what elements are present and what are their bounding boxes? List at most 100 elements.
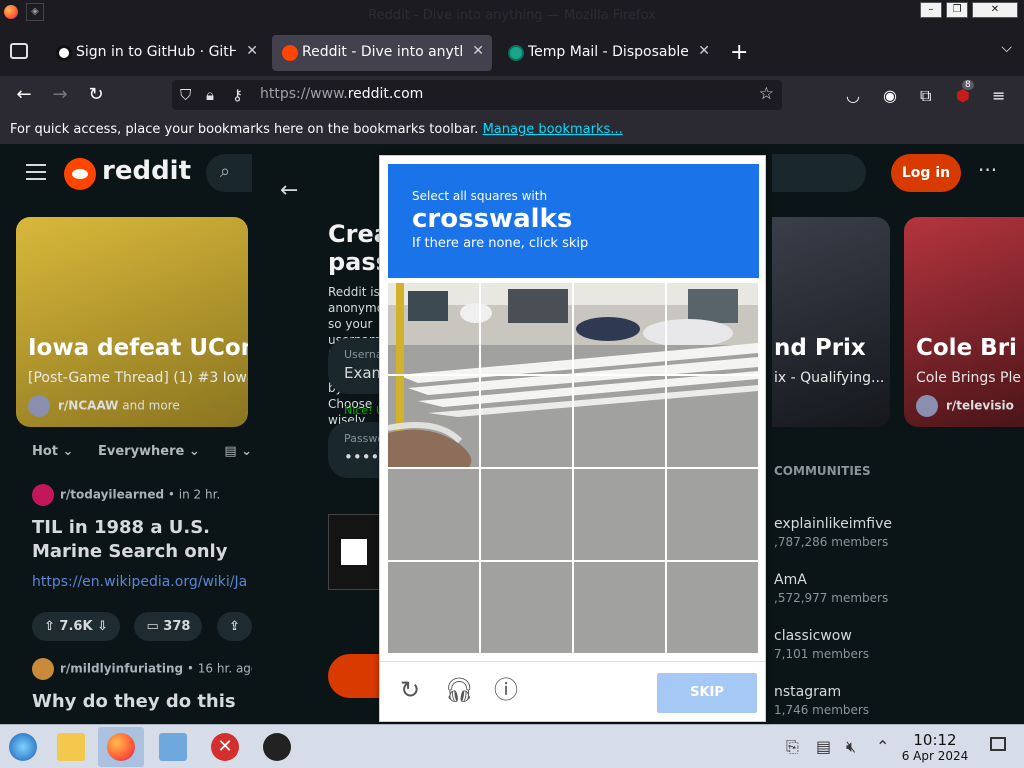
challenge-footer: ↻ 🎧︎ ⓘ SKIP: [380, 661, 765, 721]
manage-bookmarks-link[interactable]: Manage bookmarks...: [483, 122, 623, 137]
hamburger-menu-icon[interactable]: [26, 164, 46, 180]
reload-icon[interactable]: ↻: [85, 84, 107, 105]
url-text[interactable]: https://www.reddit.com: [260, 86, 423, 102]
tab-list-icon[interactable]: [10, 43, 28, 59]
recaptcha-challenge: Select all squares with crosswalks If th…: [379, 155, 766, 722]
bookmarks-toolbar: For quick access, place your bookmarks h…: [0, 114, 1024, 144]
chevron-up-icon[interactable]: ⌃: [876, 737, 889, 756]
extension-badge: 8: [962, 80, 974, 90]
show-desktop-icon[interactable]: [990, 737, 1006, 751]
card-meta: r/NCAAW and more: [28, 395, 180, 417]
scope-dropdown[interactable]: Everywhere ⌄: [98, 444, 200, 459]
reload-challenge-icon[interactable]: ↻: [396, 676, 424, 704]
forward-icon[interactable]: →: [49, 84, 71, 105]
url-bar[interactable]: ⛉ 🔒︎ ⚷ https://www.reddit.com ☆: [172, 80, 782, 110]
close-app-icon[interactable]: ✕: [202, 727, 248, 767]
challenge-hint: If there are none, click skip: [412, 236, 589, 251]
permissions-icon[interactable]: ⚷: [232, 86, 243, 104]
community-item[interactable]: classicwow 7,101 members: [774, 628, 869, 661]
menu-icon[interactable]: ≡: [992, 86, 1005, 105]
post-title[interactable]: TIL in 1988 a U.S. Marine Search only st…: [32, 516, 248, 564]
reddit-wordmark[interactable]: reddit: [102, 156, 191, 186]
mute-icon[interactable]: 🔇︎: [846, 737, 856, 757]
network-app-icon[interactable]: [150, 727, 196, 767]
reddit-icon: [282, 45, 298, 61]
post-meta: r/todayilearned • in 2 hr.: [32, 484, 220, 506]
community-item[interactable]: AmA ,572,977 members: [774, 572, 888, 605]
post-link[interactable]: https://en.wikipedia.org/wiki/Jas: [32, 574, 248, 590]
tab-bar: Sign in to GitHub · GitHub ✕ Reddit - Di…: [0, 30, 1024, 76]
subreddit-link[interactable]: r/mildlyinfuriating: [60, 662, 183, 676]
trending-card[interactable]: Cole Bri Cole Brings Ple r/televisio: [904, 217, 1024, 427]
close-tab-icon[interactable]: ✕: [472, 43, 484, 59]
subreddit-avatar: [28, 395, 50, 417]
clipboard-icon[interactable]: ⎘: [786, 737, 799, 757]
card-title: Iowa defeat UConn: [28, 335, 248, 361]
info-icon[interactable]: ⓘ: [492, 676, 520, 704]
comments-button[interactable]: ▭ 378: [134, 612, 203, 641]
view-toggle-icon[interactable]: ▤ ⌄: [224, 444, 252, 459]
terminal-app-icon[interactable]: [254, 727, 300, 767]
extensions-icon[interactable]: ⧉: [920, 86, 931, 106]
post-meta: r/mildlyinfuriating • 16 hr. ago: [32, 658, 258, 680]
tab-reddit[interactable]: Reddit - Dive into anything ✕: [272, 35, 492, 71]
clock[interactable]: 10:12 6 Apr 2024: [900, 731, 970, 763]
search-bar[interactable]: [766, 154, 866, 192]
close-tab-icon[interactable]: ✕: [698, 43, 710, 59]
notes-icon[interactable]: ▤: [816, 737, 831, 756]
tab-github[interactable]: Sign in to GitHub · GitHub ✕: [46, 35, 266, 71]
window-titlebar: ◈ Reddit - Dive into anything — Mozilla …: [0, 0, 1024, 30]
tab-tempmail[interactable]: Temp Mail - Disposable Temporary Email ✕: [498, 35, 718, 71]
new-tab-icon[interactable]: +: [730, 40, 748, 65]
back-icon[interactable]: ←: [13, 84, 35, 105]
start-button[interactable]: [0, 727, 46, 767]
tab-label: Sign in to GitHub · GitHub: [76, 44, 236, 60]
tempmail-icon: [508, 45, 524, 61]
community-item[interactable]: explainlikeimfive ,787,286 members: [774, 516, 892, 549]
pocket-icon[interactable]: ◡: [846, 86, 860, 105]
sort-dropdown[interactable]: Hot ⌄: [32, 444, 73, 459]
login-button[interactable]: Log in: [891, 154, 961, 192]
challenge-image-grid[interactable]: [388, 283, 758, 653]
card-title: nd Prix: [774, 335, 866, 361]
more-options-icon[interactable]: ···: [978, 158, 997, 182]
nav-bar: ← → ↻ ⛉ 🔒︎ ⚷ https://www.reddit.com ☆ ◡ …: [0, 76, 1024, 114]
screen: ◈ Reddit - Dive into anything — Mozilla …: [0, 0, 1024, 768]
audio-challenge-icon[interactable]: 🎧︎: [444, 676, 474, 704]
subreddit-avatar: [916, 395, 938, 417]
bookmark-star-icon[interactable]: ☆: [759, 84, 774, 104]
feed-controls: Hot ⌄ Everywhere ⌄ ▤ ⌄: [32, 444, 252, 459]
trending-card[interactable]: nd Prix ix - Qualifying...: [768, 217, 890, 427]
subreddit-avatar: [32, 484, 54, 506]
back-arrow-icon[interactable]: ←: [280, 178, 298, 203]
card-subtitle: Cole Brings Ple: [916, 370, 1021, 386]
lock-icon[interactable]: 🔒︎: [206, 86, 214, 104]
card-meta: r/televisio: [916, 395, 1014, 417]
card-subtitle: [Post-Game Thread] (1) #3 Iowa de: [28, 370, 248, 386]
challenge-keyword: crosswalks: [412, 204, 573, 234]
share-button[interactable]: ⇪: [216, 612, 252, 641]
trending-card[interactable]: Iowa defeat UConn [Post-Game Thread] (1)…: [16, 217, 248, 427]
taskbar: ✕ ⎘ ▤ 🔇︎ ⌃ 10:12 6 Apr 2024: [0, 724, 1024, 768]
chevron-down-icon[interactable]: ⌵: [1001, 40, 1012, 56]
close-tab-icon[interactable]: ✕: [246, 43, 258, 59]
account-icon[interactable]: ◉: [883, 86, 897, 105]
github-icon: [56, 45, 72, 61]
challenge-instruction: Select all squares with: [412, 189, 548, 203]
minimize-button[interactable]: –: [920, 2, 942, 18]
vote-button[interactable]: ⇧ 7.6K ⇩: [32, 612, 120, 641]
card-title: Cole Bri: [916, 335, 1017, 361]
post-title[interactable]: Why do they do this: [32, 690, 248, 714]
community-item[interactable]: nstagram 1,746 members: [774, 684, 869, 717]
card-subtitle: ix - Qualifying...: [774, 370, 885, 386]
skip-button[interactable]: SKIP: [657, 673, 757, 713]
maximize-button[interactable]: ❐: [946, 2, 968, 18]
shield-icon[interactable]: ⛉: [180, 86, 191, 104]
firefox-taskbar-icon[interactable]: [98, 727, 144, 767]
file-manager-icon[interactable]: [48, 727, 94, 767]
challenge-header: Select all squares with crosswalks If th…: [388, 164, 759, 278]
subreddit-avatar: [32, 658, 54, 680]
close-window-button[interactable]: ✕: [972, 2, 1018, 18]
subreddit-link[interactable]: r/todayilearned: [60, 488, 164, 502]
reddit-logo-icon[interactable]: [64, 158, 96, 190]
